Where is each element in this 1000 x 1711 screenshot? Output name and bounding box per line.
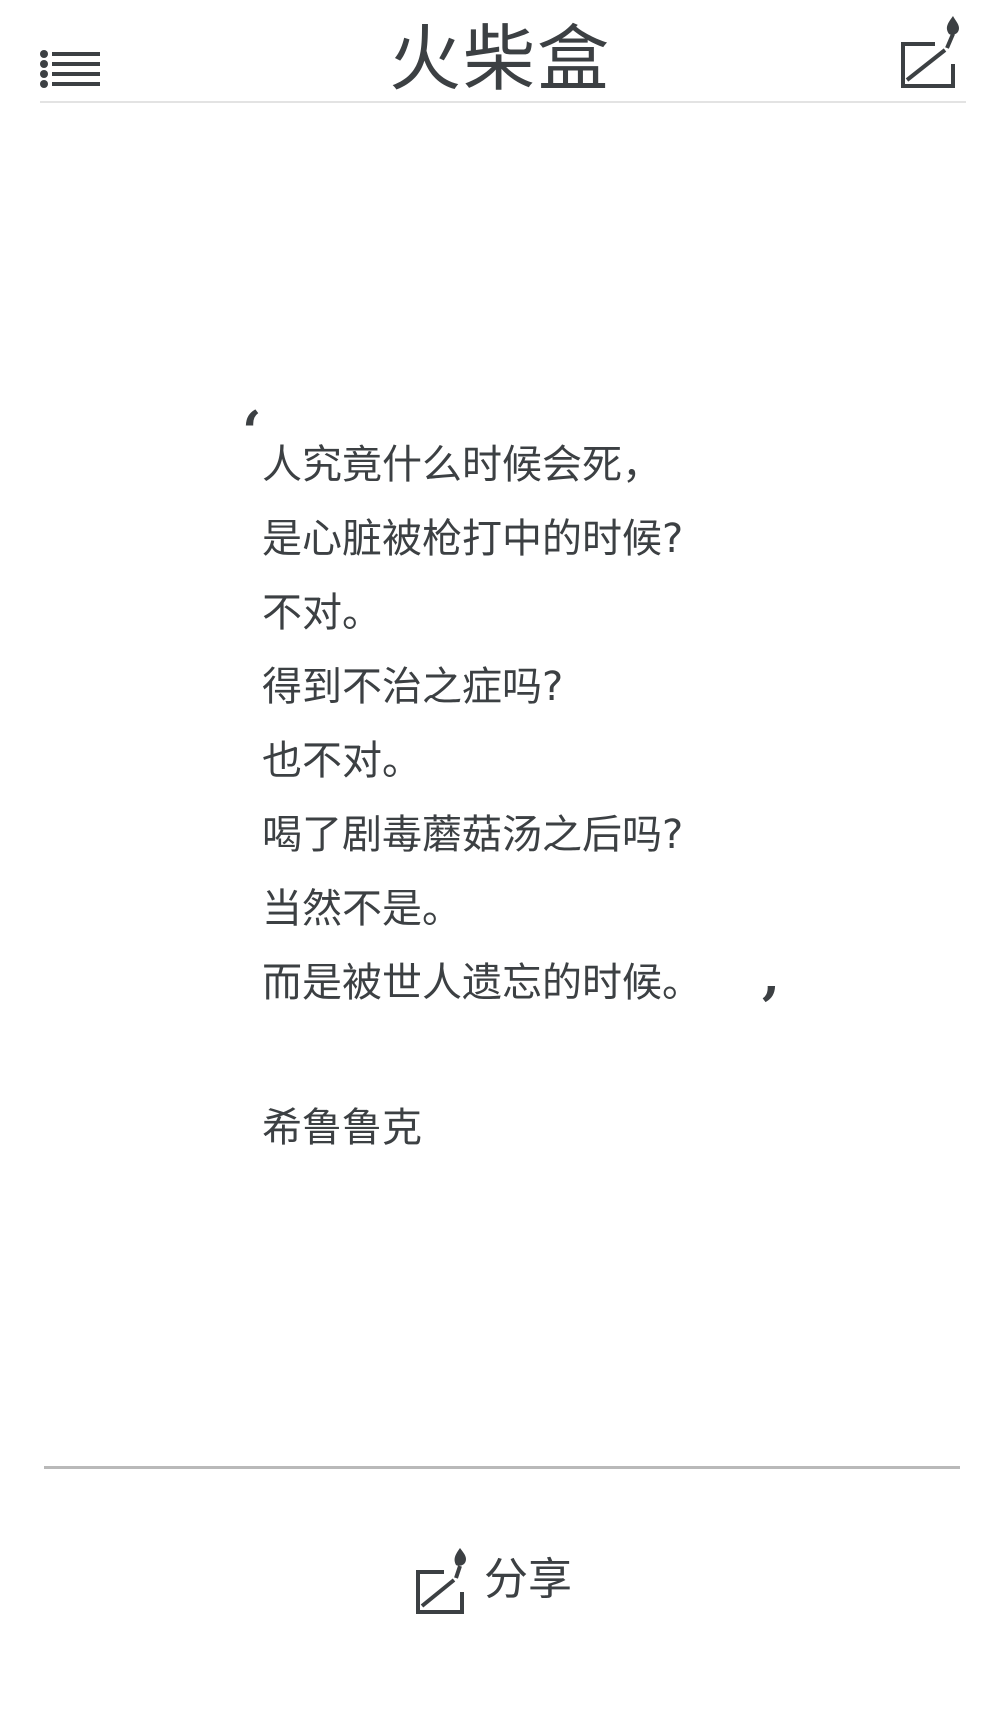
share-button[interactable]: 分享 [414,1540,572,1620]
footer-divider [44,1466,960,1469]
quote-line: 而是被世人遗忘的时候。 [262,960,702,1006]
quote-line: 不对。 [262,590,382,636]
share-label: 分享 [484,1554,572,1605]
quote-line: 得到不治之症吗? [262,664,564,710]
app-title: 火柴盒 [388,17,611,101]
quote-line: 人究竟什么时候会死， [262,442,662,488]
share-match-icon [416,1548,466,1614]
quote-line: 喝了剧毒蘑菇汤之后吗? [262,812,684,858]
compose-button[interactable] [895,14,965,90]
quote-line: 是心脏被枪打中的时候? [262,516,684,562]
quote-open-mark: ‘ [242,399,262,465]
quote-author: 希鲁鲁克 [262,1105,422,1151]
compose-match-icon [901,16,959,88]
quote-text: 人究竟什么时候会死， 是心脏被枪打中的时候? 不对。 得到不治之症吗? 也不对。… [262,428,822,1020]
quote-line: 当然不是。 [262,886,462,932]
quote-line: 也不对。 [262,738,422,784]
quote-close-mark: ’ [760,975,780,1041]
header-divider [40,101,966,103]
top-bar: 火柴盒 [0,0,1000,104]
